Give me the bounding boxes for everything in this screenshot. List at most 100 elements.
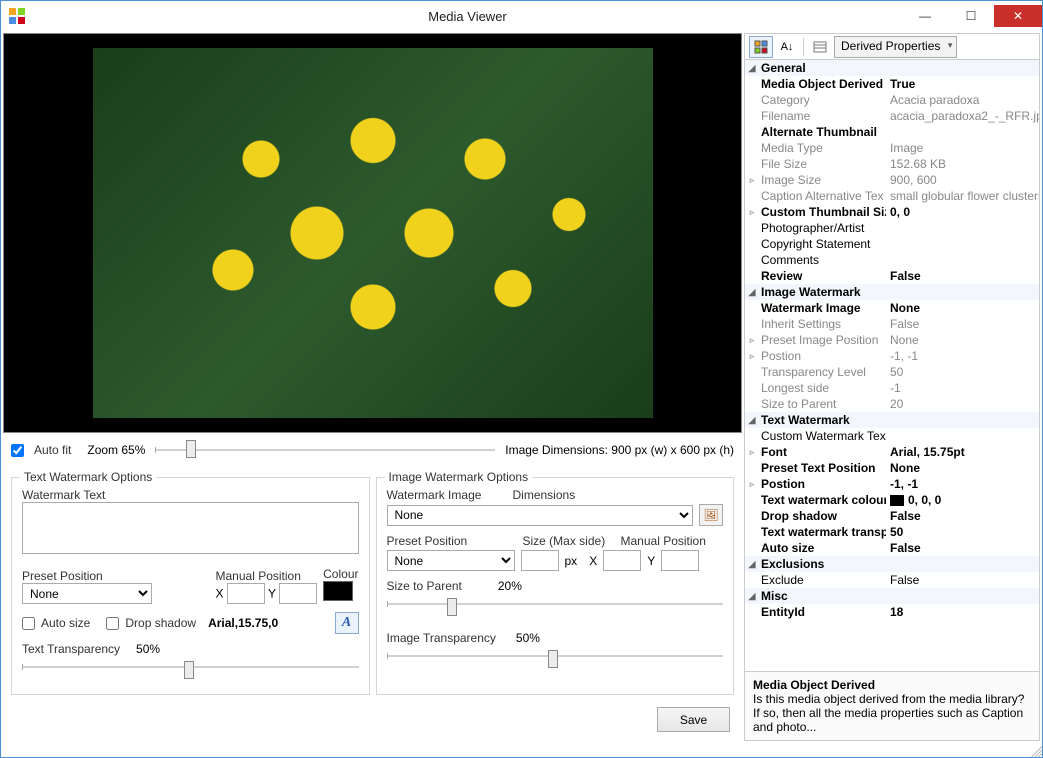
window-title: Media Viewer bbox=[33, 9, 902, 24]
maximize-button[interactable]: ☐ bbox=[948, 5, 994, 27]
img-size-label: Size (Max side) bbox=[523, 534, 615, 548]
property-row[interactable]: Preset Text PositionNone bbox=[745, 460, 1039, 476]
property-row[interactable]: EntityId18 bbox=[745, 604, 1039, 620]
property-set-dropdown[interactable]: Derived Properties bbox=[834, 36, 957, 58]
property-description: Media Object Derived Is this media objec… bbox=[745, 671, 1039, 740]
text-preset-label: Preset Position bbox=[22, 569, 103, 583]
browse-image-button[interactable]: 🖼 bbox=[699, 504, 723, 526]
property-row[interactable]: ▹Postion-1, -1 bbox=[745, 348, 1039, 364]
img-y-label: Y bbox=[647, 554, 655, 568]
text-watermark-panel: Text Watermark Options Watermark Text Pr… bbox=[11, 477, 370, 695]
img-trans-label: Image Transparency bbox=[387, 631, 496, 645]
property-row[interactable]: Filenameacacia_paradoxa2_-_RFR.jpg bbox=[745, 108, 1039, 124]
image-watermark-panel: Image Watermark Options Watermark Image … bbox=[376, 477, 735, 695]
preview-image bbox=[93, 48, 653, 418]
app-icon bbox=[9, 8, 25, 24]
property-row[interactable]: File Size152.68 KB bbox=[745, 156, 1039, 172]
property-pages-button[interactable] bbox=[808, 36, 832, 58]
text-colour-swatch[interactable] bbox=[323, 581, 353, 601]
zoom-slider[interactable] bbox=[155, 439, 495, 461]
autosize-label: Auto size bbox=[41, 616, 90, 630]
categorized-icon bbox=[754, 40, 768, 54]
alphabetical-button[interactable]: A↓ bbox=[775, 36, 799, 58]
minimize-button[interactable]: — bbox=[902, 5, 948, 27]
wm-image-select[interactable]: None bbox=[387, 505, 694, 526]
property-row[interactable]: Photographer/Artist bbox=[745, 220, 1039, 236]
text-x-input[interactable] bbox=[227, 583, 265, 604]
text-trans-slider[interactable] bbox=[22, 660, 359, 684]
property-row[interactable]: Media TypeImage bbox=[745, 140, 1039, 156]
img-x-label: X bbox=[589, 554, 597, 568]
autofit-label: Auto fit bbox=[34, 443, 71, 457]
text-watermark-legend: Text Watermark Options bbox=[20, 470, 156, 484]
img-trans-value: 50% bbox=[516, 631, 540, 645]
property-row[interactable]: Alternate Thumbnail bbox=[745, 124, 1039, 140]
wm-dims-label: Dimensions bbox=[513, 488, 576, 502]
property-row[interactable]: ▹Image Size900, 600 bbox=[745, 172, 1039, 188]
property-category[interactable]: ◢Image Watermark bbox=[745, 284, 1039, 300]
property-grid[interactable]: ◢GeneralMedia Object DerivedTrueCategory… bbox=[745, 60, 1039, 671]
autofit-checkbox[interactable] bbox=[11, 444, 24, 457]
property-row[interactable]: ▹Postion-1, -1 bbox=[745, 476, 1039, 492]
resize-grip[interactable] bbox=[1028, 743, 1042, 757]
close-button[interactable]: ✕ bbox=[994, 5, 1042, 27]
img-y-input[interactable] bbox=[661, 550, 699, 571]
property-row[interactable]: Copyright Statement bbox=[745, 236, 1039, 252]
image-watermark-legend: Image Watermark Options bbox=[385, 470, 533, 484]
property-row[interactable]: Text watermark transpa50 bbox=[745, 524, 1039, 540]
text-preset-select[interactable]: None bbox=[22, 583, 152, 604]
font-desc: Arial,15.75,0 bbox=[208, 616, 278, 630]
img-x-input[interactable] bbox=[603, 550, 641, 571]
img-manual-label: Manual Position bbox=[621, 534, 706, 548]
stp-slider[interactable] bbox=[387, 597, 724, 621]
text-trans-label: Text Transparency bbox=[22, 642, 120, 656]
property-row[interactable]: ▹Preset Image PositionNone bbox=[745, 332, 1039, 348]
img-preset-select[interactable]: None bbox=[387, 550, 515, 571]
save-button[interactable]: Save bbox=[657, 707, 730, 732]
dropshadow-label: Drop shadow bbox=[125, 616, 196, 630]
property-row[interactable]: Inherit SettingsFalse bbox=[745, 316, 1039, 332]
img-size-input[interactable] bbox=[521, 550, 559, 571]
zoom-label: Zoom 65% bbox=[87, 443, 145, 457]
property-toolbar: A↓ Derived Properties bbox=[745, 34, 1039, 60]
property-pages-icon bbox=[813, 41, 827, 53]
property-row[interactable]: Transparency Level50 bbox=[745, 364, 1039, 380]
img-trans-slider[interactable] bbox=[387, 649, 724, 673]
desc-title: Media Object Derived bbox=[753, 678, 1031, 692]
image-dimensions-label: Image Dimensions: 900 px (w) x 600 px (h… bbox=[505, 443, 734, 457]
property-row[interactable]: ▹Custom Thumbnail Size0, 0 bbox=[745, 204, 1039, 220]
text-x-label: X bbox=[216, 587, 224, 601]
text-trans-value: 50% bbox=[136, 642, 160, 656]
property-row[interactable]: Caption Alternative Texsmall globular fl… bbox=[745, 188, 1039, 204]
property-row[interactable]: Size to Parent20 bbox=[745, 396, 1039, 412]
property-row[interactable]: Auto sizeFalse bbox=[745, 540, 1039, 556]
property-row[interactable]: Drop shadowFalse bbox=[745, 508, 1039, 524]
img-preset-label: Preset Position bbox=[387, 534, 517, 548]
property-row[interactable]: ExcludeFalse bbox=[745, 572, 1039, 588]
autosize-checkbox[interactable] bbox=[22, 617, 35, 630]
property-row[interactable]: Longest side-1 bbox=[745, 380, 1039, 396]
property-category[interactable]: ◢Text Watermark bbox=[745, 412, 1039, 428]
property-category[interactable]: ◢Misc bbox=[745, 588, 1039, 604]
property-row[interactable]: Custom Watermark Tex bbox=[745, 428, 1039, 444]
text-y-input[interactable] bbox=[279, 583, 317, 604]
categorized-button[interactable] bbox=[749, 36, 773, 58]
text-manual-label: Manual Position bbox=[216, 569, 301, 583]
img-size-unit: px bbox=[565, 554, 578, 568]
property-category[interactable]: ◢General bbox=[745, 60, 1039, 76]
property-row[interactable]: Text watermark colour0, 0, 0 bbox=[745, 492, 1039, 508]
property-category[interactable]: ◢Exclusions bbox=[745, 556, 1039, 572]
property-row[interactable]: Watermark ImageNone bbox=[745, 300, 1039, 316]
property-row[interactable]: Comments bbox=[745, 252, 1039, 268]
property-row[interactable]: CategoryAcacia paradoxa bbox=[745, 92, 1039, 108]
dropshadow-checkbox[interactable] bbox=[106, 617, 119, 630]
stp-value: 20% bbox=[498, 579, 522, 593]
image-preview bbox=[3, 33, 742, 433]
property-row[interactable]: ReviewFalse bbox=[745, 268, 1039, 284]
stp-label: Size to Parent bbox=[387, 579, 462, 593]
watermark-text-input[interactable] bbox=[22, 502, 359, 554]
font-button[interactable]: A bbox=[335, 612, 359, 634]
property-row[interactable]: Media Object DerivedTrue bbox=[745, 76, 1039, 92]
property-row[interactable]: ▹FontArial, 15.75pt bbox=[745, 444, 1039, 460]
titlebar: Media Viewer — ☐ ✕ bbox=[1, 1, 1042, 31]
